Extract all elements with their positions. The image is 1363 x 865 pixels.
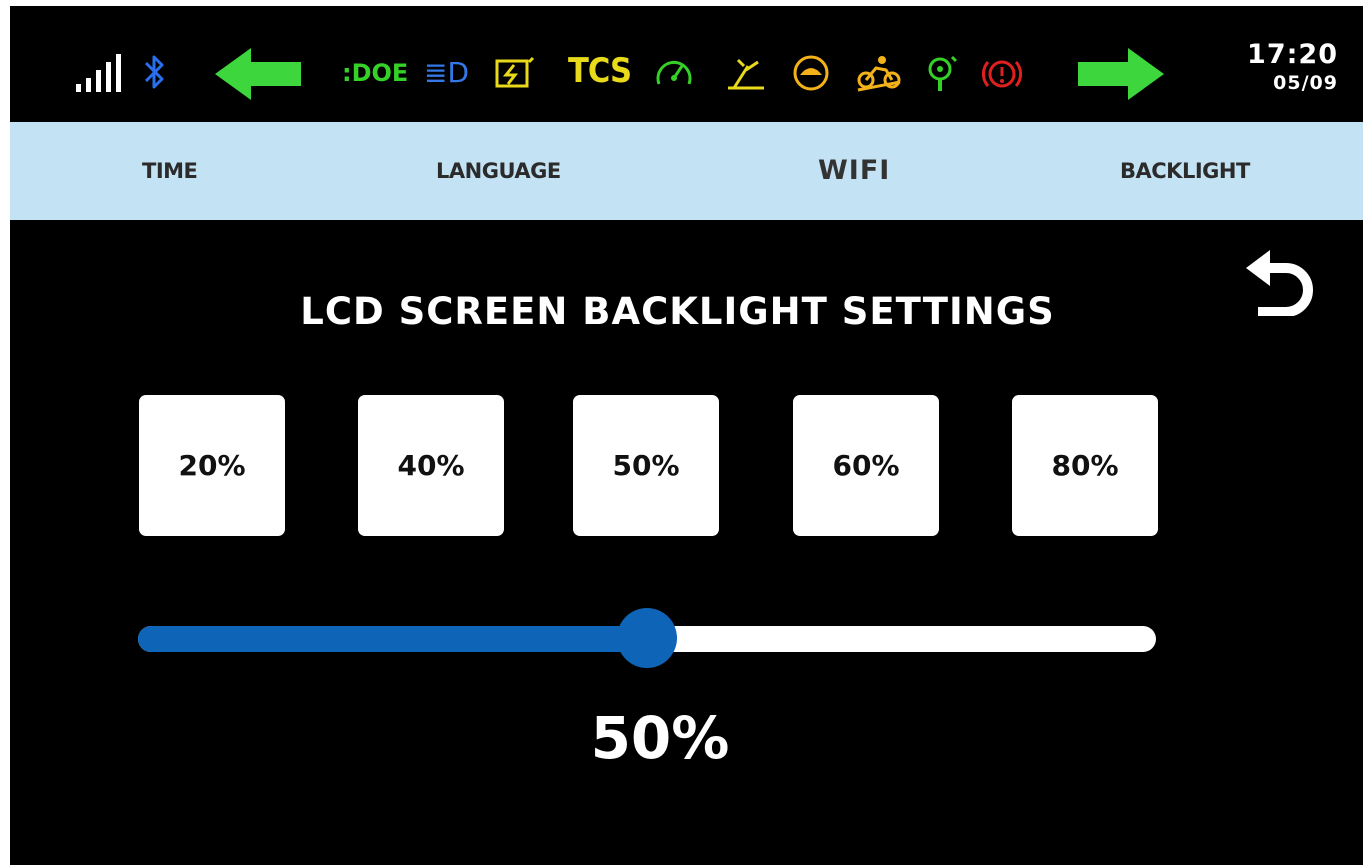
tab-time[interactable]: TIME	[142, 122, 198, 220]
service-wrench-icon	[928, 55, 958, 91]
preset-label: 20%	[178, 449, 246, 482]
preset-label: 50%	[612, 449, 680, 482]
tortoise-mode-icon	[793, 55, 829, 91]
preset-label: 60%	[832, 449, 900, 482]
status-bar: :DOE ≣D TCS 17:20 05/09	[10, 6, 1363, 122]
tab-wifi[interactable]: WIFI	[818, 122, 890, 220]
slider-thumb[interactable]	[617, 608, 677, 668]
preset-60-button[interactable]: 60%	[793, 395, 939, 536]
preset-20-button[interactable]: 20%	[139, 395, 285, 536]
turn-right-arrow-icon	[1078, 48, 1164, 100]
preset-50-button[interactable]: 50%	[573, 395, 719, 536]
clock: 17:20 05/09	[1247, 40, 1338, 96]
preset-label: 40%	[397, 449, 465, 482]
backlight-slider[interactable]	[138, 606, 1160, 670]
side-stand-icon	[728, 58, 764, 90]
position-light-icon: :DOE	[342, 59, 409, 87]
backlight-value: 50%	[590, 704, 730, 772]
tab-backlight[interactable]: BACKLIGHT	[1120, 122, 1250, 220]
clock-date: 05/09	[1273, 72, 1338, 94]
battery-charge-icon	[495, 56, 535, 88]
bluetooth-icon	[144, 55, 164, 89]
signal-strength-icon	[76, 54, 121, 92]
tab-language[interactable]: LANGUAGE	[436, 122, 561, 220]
tcs-indicator: TCS	[568, 51, 632, 91]
slider-fill	[138, 626, 647, 652]
preset-80-button[interactable]: 80%	[1012, 395, 1158, 536]
motorcycle-icon	[857, 56, 901, 92]
page-title: LCD SCREEN BACKLIGHT SETTINGS	[300, 290, 1055, 333]
dashboard-screen: :DOE ≣D TCS 17:20 05/09 TIME LANGUAGE WI…	[10, 6, 1363, 865]
engine-oil-icon	[656, 61, 692, 85]
clock-time: 17:20	[1247, 39, 1338, 70]
settings-tab-bar: TIME LANGUAGE WIFI BACKLIGHT	[10, 122, 1363, 220]
preset-40-button[interactable]: 40%	[358, 395, 504, 536]
preset-label: 80%	[1051, 449, 1119, 482]
brake-warning-icon	[982, 60, 1022, 88]
turn-left-arrow-icon	[215, 48, 301, 100]
high-beam-icon: ≣D	[424, 56, 470, 89]
